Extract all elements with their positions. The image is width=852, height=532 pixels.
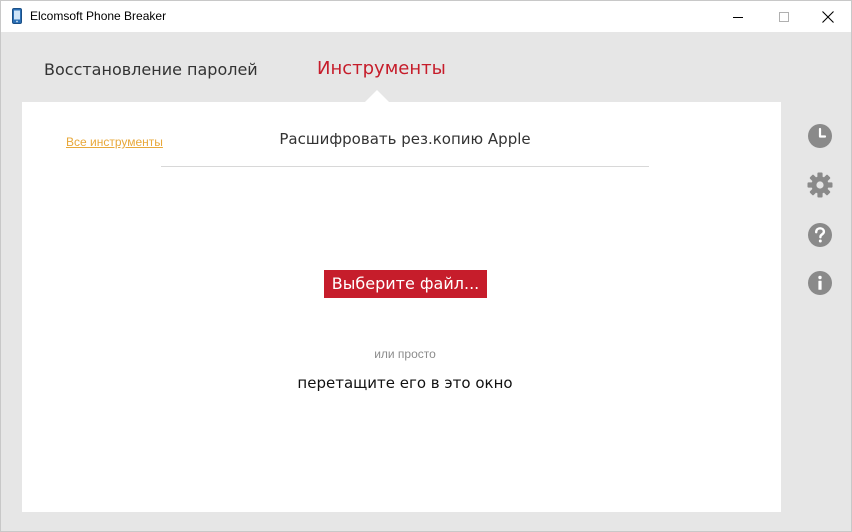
tool-panel: Все инструменты Расшифровать рез.копию A… [22, 102, 781, 512]
all-tools-link[interactable]: Все инструменты [66, 135, 163, 149]
minimize-button[interactable] [715, 1, 761, 32]
gear-icon [807, 172, 833, 198]
window-title: Elcomsoft Phone Breaker [30, 9, 167, 23]
history-button[interactable] [807, 123, 833, 149]
history-icon [808, 124, 832, 148]
drag-drop-hint: перетащите его в это окно [297, 374, 513, 392]
info-icon [808, 271, 832, 295]
or-label: или просто [374, 347, 436, 361]
active-tab-pointer [365, 90, 389, 102]
minimize-icon [733, 16, 743, 18]
app-window: Elcomsoft Phone Breaker Восстановление п… [0, 0, 852, 532]
app-phone-icon [12, 8, 22, 24]
title-divider [161, 166, 649, 167]
choose-file-button[interactable]: Выберите файл... [324, 270, 487, 298]
close-button[interactable] [805, 1, 851, 32]
tab-tools[interactable]: Инструменты [317, 58, 446, 79]
help-button[interactable] [807, 222, 833, 248]
info-button[interactable] [807, 270, 833, 296]
title-bar: Elcomsoft Phone Breaker [1, 1, 851, 32]
panel-title: Расшифровать рез.копию Apple [279, 130, 531, 148]
settings-button[interactable] [807, 172, 833, 198]
maximize-button[interactable] [761, 1, 807, 32]
maximize-icon [779, 11, 789, 22]
help-icon [808, 223, 832, 247]
tab-password-recovery[interactable]: Восстановление паролей [44, 60, 258, 79]
close-icon [822, 10, 834, 23]
